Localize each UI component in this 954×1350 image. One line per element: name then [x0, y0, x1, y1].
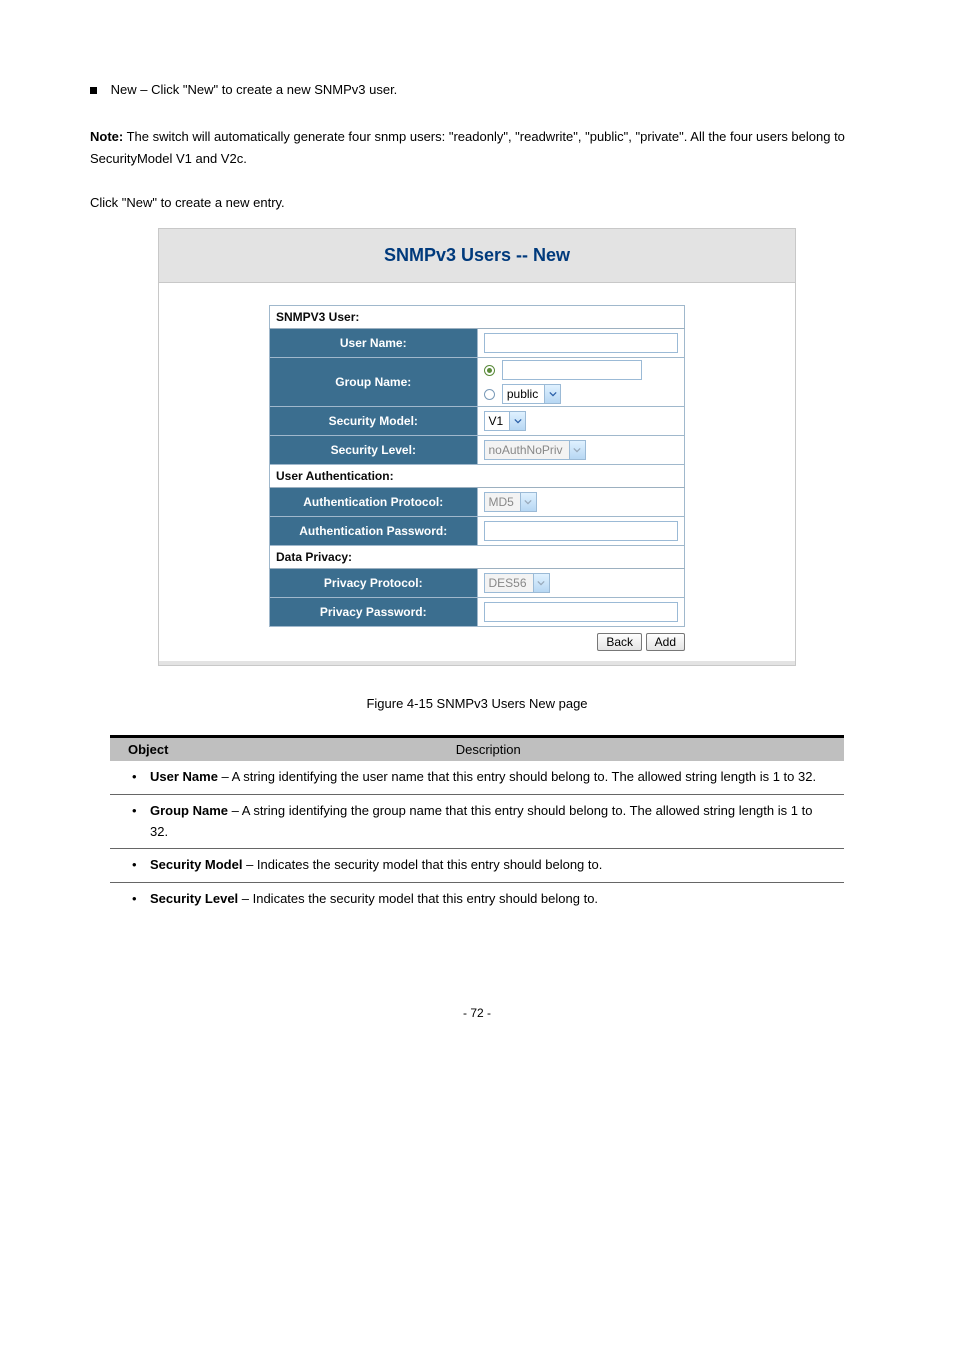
form-table: SNMPV3 User: User Name: Group Name:: [269, 305, 685, 627]
priv-password-input[interactable]: [484, 602, 679, 622]
auth-protocol-value: MD5: [489, 495, 514, 509]
chevron-down-icon: [533, 574, 549, 592]
label-security-model: Security Model:: [270, 406, 478, 435]
page-number: - 72 -: [90, 1006, 864, 1020]
label-auth-password: Authentication Password:: [270, 516, 478, 545]
label-priv-password: Privacy Password:: [270, 597, 478, 626]
note-text: The switch will automatically generate f…: [90, 129, 845, 166]
description-header: Object Description: [110, 735, 844, 761]
section-priv: Data Privacy:: [270, 545, 685, 568]
desc-row: Security Level – Indicates the security …: [110, 883, 844, 916]
note-label: Note:: [90, 129, 123, 144]
click-new-text: Click "New" to create a new entry.: [90, 195, 864, 210]
desc-text: – A string identifying the user name tha…: [218, 769, 816, 784]
desc-row: Security Model – Indicates the security …: [110, 849, 844, 883]
panel-title: SNMPv3 Users -- New: [159, 229, 795, 283]
label-priv-protocol: Privacy Protocol:: [270, 568, 478, 597]
screenshot-panel: SNMPv3 Users -- New SNMPV3 User: User Na…: [158, 228, 796, 666]
description-table: Object Description User Name – A string …: [110, 735, 844, 916]
security-model-select[interactable]: V1: [484, 411, 527, 431]
desc-row: Group Name – A string identifying the gr…: [110, 795, 844, 850]
add-button[interactable]: Add: [646, 633, 685, 651]
group-custom-input[interactable]: [502, 360, 642, 380]
desc-text: – A string identifying the group name th…: [150, 803, 812, 839]
security-level-value: noAuthNoPriv: [489, 443, 563, 457]
label-security-level: Security Level:: [270, 435, 478, 464]
desc-header-description: Description: [456, 742, 521, 757]
label-group-name: Group Name:: [270, 357, 478, 406]
security-model-value: V1: [489, 414, 504, 428]
desc-header-object: Object: [128, 742, 168, 757]
section-auth: User Authentication:: [270, 464, 685, 487]
figure-caption: Figure 4-15 SNMPv3 Users New page: [90, 696, 864, 711]
intro-text: New – Click "New" to create a new SNMPv3…: [111, 82, 398, 97]
note-block: Note: The switch will automatically gene…: [90, 126, 864, 170]
group-dropdown[interactable]: public: [502, 384, 561, 404]
chevron-down-icon: [509, 412, 525, 430]
chevron-down-icon: [520, 493, 536, 511]
desc-object: Security Level: [150, 891, 238, 906]
desc-text: – Indicates the security model that this…: [242, 857, 602, 872]
desc-row: User Name – A string identifying the use…: [110, 761, 844, 795]
section-user: SNMPV3 User:: [270, 305, 685, 328]
square-bullet-icon: [90, 87, 97, 94]
group-radio-preset[interactable]: [484, 389, 495, 400]
auth-password-input[interactable]: [484, 521, 679, 541]
chevron-down-icon: [569, 441, 585, 459]
desc-text: – Indicates the security model that this…: [238, 891, 598, 906]
priv-protocol-value: DES56: [489, 576, 527, 590]
label-auth-protocol: Authentication Protocol:: [270, 487, 478, 516]
user-name-input[interactable]: [484, 333, 679, 353]
label-user-name: User Name:: [270, 328, 478, 357]
priv-protocol-select[interactable]: DES56: [484, 573, 550, 593]
group-dropdown-value: public: [507, 387, 538, 401]
desc-object: Group Name: [150, 803, 228, 818]
desc-object: User Name: [150, 769, 218, 784]
intro-bullet-line: New – Click "New" to create a new SNMPv3…: [90, 80, 864, 101]
desc-object: Security Model: [150, 857, 242, 872]
back-button[interactable]: Back: [597, 633, 642, 651]
security-level-select[interactable]: noAuthNoPriv: [484, 440, 586, 460]
group-radio-custom[interactable]: [484, 365, 495, 376]
auth-protocol-select[interactable]: MD5: [484, 492, 537, 512]
chevron-down-icon: [544, 385, 560, 403]
